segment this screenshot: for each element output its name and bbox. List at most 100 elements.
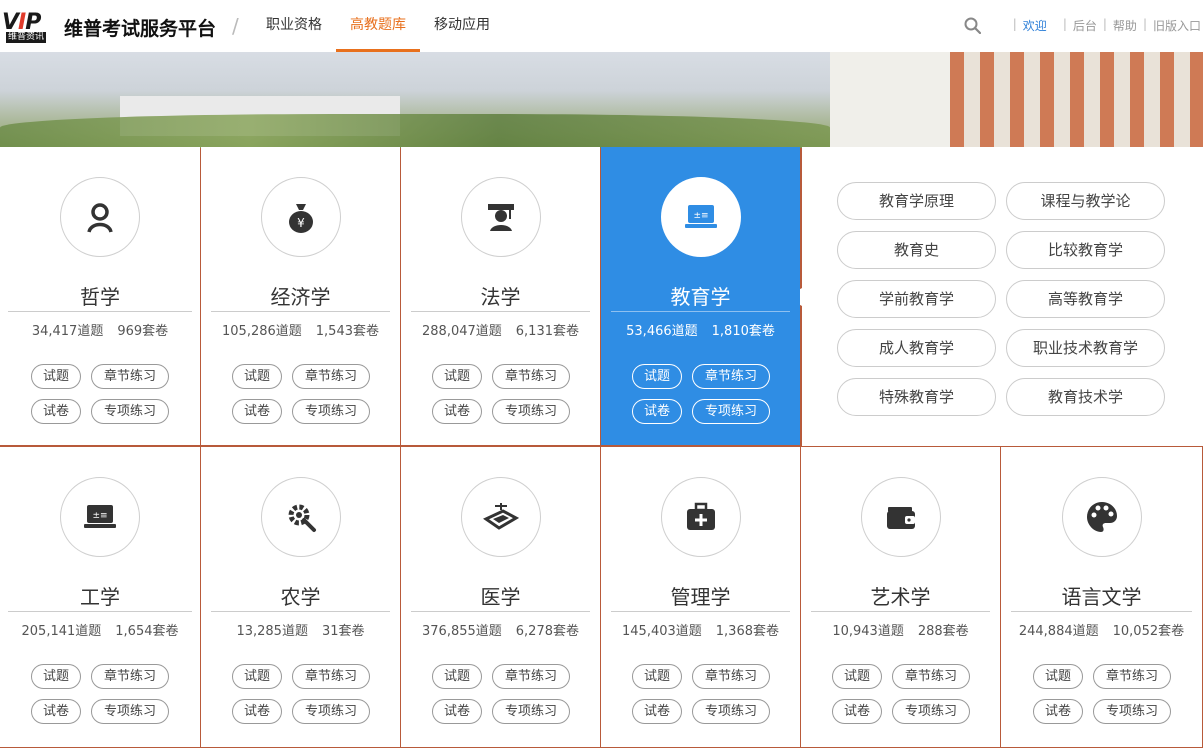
chapter-practice-button[interactable]: 章节练习	[292, 664, 370, 689]
category-card[interactable]: 医学 376,855道题 6,278套卷 试题 章节练习 试卷 专项练习	[401, 447, 600, 747]
scale-icon-circle[interactable]	[461, 477, 541, 557]
subcategory-item[interactable]: 职业技术教育学	[1006, 329, 1165, 367]
questions-button[interactable]: 试题	[31, 364, 81, 389]
questions-button[interactable]: 试题	[632, 664, 682, 689]
chapter-practice-button[interactable]: 章节练习	[892, 664, 970, 689]
category-name[interactable]: 管理学	[601, 581, 800, 610]
category-divider	[8, 611, 192, 612]
paper-count: 969套卷	[117, 324, 169, 339]
chapter-practice-button[interactable]: 章节练习	[91, 364, 169, 389]
category-card[interactable]: ±≡ 工学 205,141道题 1,654套卷 试题 章节练习 试卷 专项练习	[0, 447, 200, 747]
vip-logo[interactable]: VIP 维普资讯	[2, 10, 64, 44]
category-card[interactable]: ±≡ 教育学 53,466道题 1,810套卷 试题 章节练习 试卷 专项练习	[601, 147, 800, 445]
papers-button[interactable]: 试卷	[31, 699, 81, 724]
special-practice-button[interactable]: 专项练习	[892, 699, 970, 724]
subcategory-item[interactable]: 教育技术学	[1006, 378, 1165, 416]
questions-button[interactable]: 试题	[1033, 664, 1083, 689]
special-practice-button[interactable]: 专项练习	[91, 399, 169, 424]
nav-item-mobile[interactable]: 移动应用	[420, 0, 504, 52]
questions-button[interactable]: 试题	[432, 364, 482, 389]
site-title[interactable]: 维普考试服务平台	[64, 14, 216, 41]
category-card[interactable]: 语言文学 244,884道题 10,052套卷 试题 章节练习 试卷 专项练习	[1001, 447, 1202, 747]
category-name[interactable]: 经济学	[201, 281, 400, 310]
special-practice-button[interactable]: 专项练习	[1093, 699, 1171, 724]
nav-item-zhiye[interactable]: 职业资格	[252, 0, 336, 52]
category-card[interactable]: 管理学 145,403道题 1,368套卷 试题 章节练习 试卷 专项练习	[601, 447, 800, 747]
welcome-link[interactable]: 欢迎	[1017, 17, 1053, 34]
subcategory-item[interactable]: 教育学原理	[837, 182, 996, 220]
category-card[interactable]: 哲学 34,417道题 969套卷 试题 章节练习 试卷 专项练习	[0, 147, 200, 445]
category-name[interactable]: 工学	[0, 581, 200, 610]
category-divider	[1011, 611, 1192, 612]
gear-tools-icon-circle[interactable]	[261, 477, 341, 557]
old-version-link[interactable]: 旧版入口	[1147, 17, 1203, 34]
judge-icon	[485, 201, 517, 233]
subcategory-item[interactable]: 教育史	[837, 231, 996, 269]
wallet-icon-circle[interactable]	[861, 477, 941, 557]
papers-button[interactable]: 试卷	[232, 699, 282, 724]
papers-button[interactable]: 试卷	[232, 399, 282, 424]
category-card[interactable]: ¥ 经济学 105,286道题 1,543套卷 试题 章节练习 试卷 专项练习	[201, 147, 400, 445]
special-practice-button[interactable]: 专项练习	[91, 699, 169, 724]
chapter-practice-button[interactable]: 章节练习	[692, 364, 770, 389]
subcategory-item[interactable]: 高等教育学	[1006, 280, 1165, 318]
papers-button[interactable]: 试卷	[832, 699, 882, 724]
laptop-icon: ±≡	[83, 503, 117, 531]
special-practice-button[interactable]: 专项练习	[492, 699, 570, 724]
questions-button[interactable]: 试题	[232, 664, 282, 689]
subcategory-item[interactable]: 成人教育学	[837, 329, 996, 367]
papers-button[interactable]: 试卷	[632, 699, 682, 724]
questions-button[interactable]: 试题	[432, 664, 482, 689]
nav-item-gaojiao[interactable]: 高教题库	[336, 0, 420, 52]
laptop-icon-circle[interactable]: ±≡	[661, 177, 741, 257]
subcategory-item[interactable]: 比较教育学	[1006, 231, 1165, 269]
questions-button[interactable]: 试题	[632, 364, 682, 389]
subcategory-item[interactable]: 学前教育学	[837, 280, 996, 318]
questions-button[interactable]: 试题	[232, 364, 282, 389]
medkit-icon-circle[interactable]	[661, 477, 741, 557]
papers-button[interactable]: 试卷	[432, 399, 482, 424]
chapter-practice-button[interactable]: 章节练习	[492, 664, 570, 689]
special-practice-button[interactable]: 专项练习	[692, 399, 770, 424]
laptop-icon: ±≡	[684, 203, 718, 231]
category-name[interactable]: 医学	[401, 581, 600, 610]
papers-button[interactable]: 试卷	[632, 399, 682, 424]
category-name[interactable]: 农学	[201, 581, 400, 610]
subcategory-item[interactable]: 特殊教育学	[837, 378, 996, 416]
papers-button[interactable]: 试卷	[432, 699, 482, 724]
judge-icon-circle[interactable]	[461, 177, 541, 257]
category-name[interactable]: 法学	[401, 281, 600, 310]
special-practice-button[interactable]: 专项练习	[492, 399, 570, 424]
questions-button[interactable]: 试题	[31, 664, 81, 689]
category-card[interactable]: 农学 13,285道题 31套卷 试题 章节练习 试卷 专项练习	[201, 447, 400, 747]
question-count: 53,466道题	[626, 324, 698, 339]
special-practice-button[interactable]: 专项练习	[292, 699, 370, 724]
category-card[interactable]: 法学 288,047道题 6,131套卷 试题 章节练习 试卷 专项练习	[401, 147, 600, 445]
category-name[interactable]: 艺术学	[801, 581, 1000, 610]
admin-link[interactable]: 后台	[1067, 17, 1103, 34]
help-link[interactable]: 帮助	[1107, 17, 1143, 34]
chapter-practice-button[interactable]: 章节练习	[91, 664, 169, 689]
category-name[interactable]: 哲学	[0, 281, 200, 310]
paper-count: 1,654套卷	[115, 624, 179, 639]
special-practice-button[interactable]: 专项练习	[692, 699, 770, 724]
papers-button[interactable]: 试卷	[1033, 699, 1083, 724]
person-icon	[83, 200, 117, 234]
laptop-icon-circle[interactable]: ±≡	[60, 477, 140, 557]
category-name[interactable]: 语言文学	[1001, 581, 1202, 610]
money-bag-icon-circle[interactable]: ¥	[261, 177, 341, 257]
palette-icon-circle[interactable]	[1062, 477, 1142, 557]
special-practice-button[interactable]: 专项练习	[292, 399, 370, 424]
chapter-practice-button[interactable]: 章节练习	[692, 664, 770, 689]
subcategory-item[interactable]: 课程与教学论	[1006, 182, 1165, 220]
chapter-practice-button[interactable]: 章节练习	[492, 364, 570, 389]
questions-button[interactable]: 试题	[832, 664, 882, 689]
chapter-practice-button[interactable]: 章节练习	[1093, 664, 1171, 689]
chapter-practice-button[interactable]: 章节练习	[292, 364, 370, 389]
person-icon-circle[interactable]	[60, 177, 140, 257]
title-divider: /	[232, 14, 239, 38]
category-name[interactable]: 教育学	[601, 281, 800, 310]
search-icon[interactable]	[964, 17, 981, 34]
papers-button[interactable]: 试卷	[31, 399, 81, 424]
category-card[interactable]: 艺术学 10,943道题 288套卷 试题 章节练习 试卷 专项练习	[801, 447, 1000, 747]
